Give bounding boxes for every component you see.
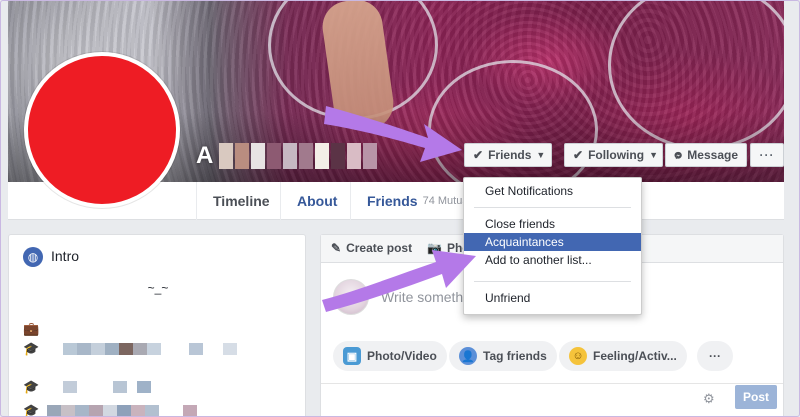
name-pixel-block — [299, 143, 314, 169]
menu-divider — [474, 281, 631, 282]
tab-about[interactable]: About — [280, 182, 353, 220]
composer-more-label: ··· — [709, 349, 721, 363]
photo-video-button[interactable]: ▣ Photo/Video — [333, 341, 447, 371]
blurred-education-text — [47, 405, 197, 417]
more-options-label: ··· — [759, 148, 775, 162]
tab-timeline-label: Timeline — [213, 193, 270, 209]
message-button-label: Message — [687, 148, 738, 162]
check-icon: ✔ — [573, 148, 584, 162]
menu-item-get-notifications[interactable]: Get Notifications — [464, 182, 641, 200]
photo-video-label: Photo/Video — [367, 349, 437, 363]
graduation-cap-icon: 🎓 — [23, 341, 40, 356]
feeling-activity-button[interactable]: ☺ Feeling/Activ... — [559, 341, 687, 371]
profile-avatar[interactable] — [24, 52, 180, 208]
tab-friends-label: Friends — [367, 193, 418, 209]
name-pixel-block — [315, 143, 330, 169]
tag-friends-icon: 👤 — [459, 347, 477, 365]
blurred-education-text — [63, 343, 237, 355]
name-pixel-block — [331, 143, 346, 169]
composer-more-button[interactable]: ··· — [697, 341, 733, 371]
menu-item-add-to-another-list[interactable]: Add to another list... — [464, 251, 641, 269]
tag-friends-button[interactable]: 👤 Tag friends — [449, 341, 557, 371]
create-post-label: Create post — [346, 241, 413, 255]
intro-bio: ~_~ — [147, 281, 169, 295]
name-pixel-block — [363, 143, 378, 169]
feeling-activity-label: Feeling/Activ... — [593, 349, 677, 363]
profile-name-initial: A — [196, 142, 214, 169]
message-button[interactable]: Message — [665, 143, 747, 167]
menu-item-label: Close friends — [485, 217, 556, 231]
intro-row-education-3: 🎓 — [23, 403, 197, 417]
menu-item-close-friends[interactable]: Close friends — [464, 215, 641, 233]
menu-item-label: Acquaintances — [485, 235, 564, 249]
intro-card: ◍ Intro ~_~ 💼 🎓 🎓 🎓 — [8, 234, 306, 417]
following-button[interactable]: ✔ Following ▼ — [564, 143, 663, 167]
menu-item-label: Unfriend — [485, 291, 531, 305]
post-button-label: Post — [742, 390, 769, 404]
post-button[interactable]: Post — [735, 385, 777, 409]
menu-item-label: Get Notifications — [485, 184, 574, 198]
name-pixel-block — [267, 143, 282, 169]
intro-title: Intro — [51, 248, 80, 264]
camera-icon: 📷 — [427, 241, 442, 255]
menu-divider — [474, 207, 631, 208]
composer-divider — [321, 383, 783, 384]
intro-row-work: 💼 — [23, 321, 40, 337]
check-icon: ✔ — [473, 148, 484, 162]
profile-name[interactable]: A — [196, 142, 378, 169]
tab-timeline[interactable]: Timeline — [196, 182, 286, 220]
briefcase-icon: 💼 — [23, 321, 40, 336]
following-button-label: Following — [588, 148, 645, 162]
menu-item-acquaintances[interactable]: Acquaintances — [464, 233, 641, 251]
gear-icon[interactable]: ⚙ — [703, 391, 715, 407]
tab-about-label: About — [297, 193, 338, 209]
chevron-down-icon: ▼ — [536, 150, 546, 160]
messenger-icon — [674, 151, 682, 159]
friends-button-label: Friends — [488, 148, 532, 162]
name-pixel-block — [235, 143, 250, 169]
more-options-button[interactable]: ··· — [750, 143, 784, 167]
composer-input[interactable]: Write somethin — [381, 289, 474, 305]
friends-button[interactable]: ✔ Friends ▼ — [464, 143, 552, 167]
graduation-cap-icon: 🎓 — [23, 403, 40, 417]
chevron-down-icon: ▼ — [649, 150, 658, 160]
globe-icon: ◍ — [23, 247, 43, 267]
name-pixel-block — [283, 143, 298, 169]
name-pixel-block — [251, 143, 266, 169]
create-post-tab[interactable]: ✎ Create post — [331, 241, 412, 255]
tag-friends-label: Tag friends — [483, 349, 547, 363]
graduation-cap-icon: 🎓 — [23, 379, 40, 394]
friends-dropdown-menu: Get Notifications Close friends Acquaint… — [463, 177, 642, 315]
intro-row-education-2: 🎓 — [23, 379, 151, 395]
intro-row-education: 🎓 — [23, 341, 237, 357]
composer-avatar — [333, 279, 369, 315]
name-pixel-block — [347, 143, 362, 169]
name-pixel-block — [219, 143, 234, 169]
photo-icon: ▣ — [343, 347, 361, 365]
menu-item-unfriend[interactable]: Unfriend — [464, 289, 641, 307]
pencil-icon: ✎ — [331, 241, 342, 255]
blurred-education-text — [63, 381, 151, 393]
smiley-icon: ☺ — [569, 347, 587, 365]
menu-item-label: Add to another list... — [485, 253, 592, 267]
